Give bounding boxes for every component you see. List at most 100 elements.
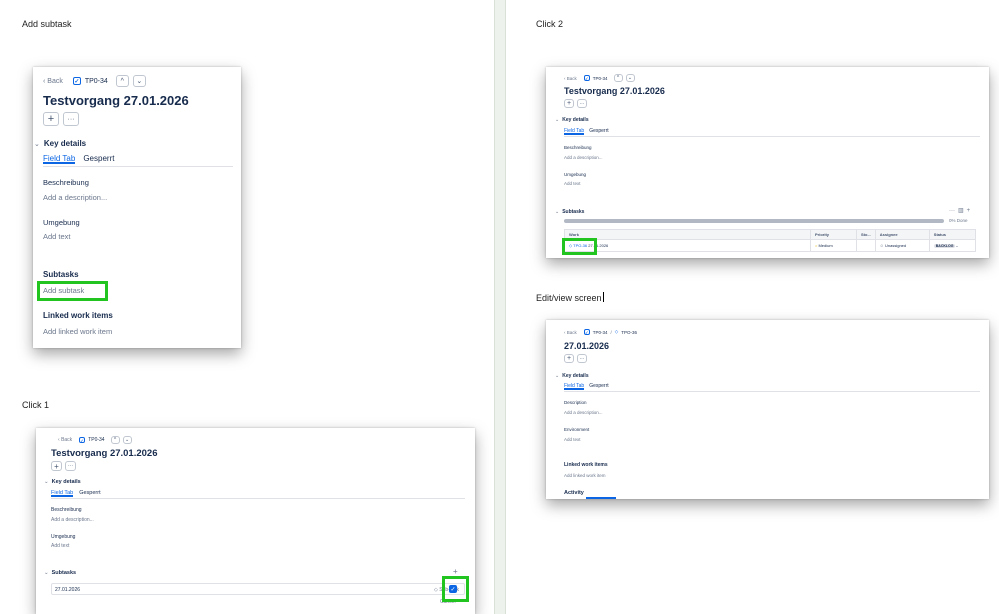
tab-field-tab[interactable]: Field Tab — [564, 128, 585, 135]
issue-key[interactable]: TP0-34 — [88, 437, 104, 443]
screenshot-click-1: ‹ Back ✓ TP0-34 ^ ⌄ Testvorgang 27.01.20… — [36, 428, 475, 614]
label-edit-view: Edit/view screen — [536, 292, 604, 303]
field-label-umgebung: Umgebung — [564, 172, 587, 177]
issue-title: Testvorgang 27.01.2026 — [51, 448, 158, 459]
assignee-cell[interactable]: ☺ Unassigned — [874, 239, 930, 252]
more-button[interactable]: ··· — [949, 208, 955, 214]
screenshot-click-2: ‹ Back ✓ TP0-34 ^ ⌄ Testvorgang 27.01.20… — [546, 67, 989, 258]
more-button[interactable]: ··· — [577, 354, 587, 363]
tab-field-tab[interactable]: Field Tab — [43, 154, 76, 164]
field-label-description: Description — [564, 400, 587, 405]
work-type-icon: ✓ — [79, 437, 86, 443]
text-cursor — [602, 292, 604, 302]
collapse-chevron-icon[interactable]: ⌄ — [555, 117, 559, 123]
progress-text: 0% Done — [949, 218, 968, 223]
tab-field-tab[interactable]: Field Tab — [51, 490, 74, 497]
chevron-down-icon[interactable]: ⌄ — [132, 75, 146, 87]
field-label-umgebung: Umgebung — [43, 218, 80, 227]
highlight-confirm — [442, 576, 469, 602]
chevron-up-icon[interactable]: ^ — [115, 75, 129, 87]
chevron-up-icon[interactable]: ^ — [110, 436, 120, 444]
table-row[interactable]: ◇ TPO-36 27.01.2026 = Medium ☺ Unassigne… — [564, 239, 977, 252]
umgebung-field[interactable]: Add text — [51, 543, 69, 549]
breadcrumb-parent[interactable]: TP0-34 — [593, 330, 608, 335]
field-label-beschreibung: Beschreibung — [51, 507, 82, 513]
tab-gesperrt[interactable]: Gesperrt — [79, 490, 100, 496]
column-header-story-points[interactable]: Sto... — [856, 229, 876, 240]
column-header-work[interactable]: Work — [564, 229, 811, 240]
subtasks-heading: Subtasks — [43, 270, 79, 279]
screenshot-edit-view: ‹ Back ✓ TP0-34 / ◇ TPO-36 27.01.2026 + … — [546, 320, 989, 499]
add-subtask-plus-icon[interactable]: + — [967, 208, 971, 214]
umgebung-field[interactable]: Add text — [564, 181, 581, 186]
back-link[interactable]: ‹ Back — [564, 76, 577, 81]
description-field[interactable]: Add a description... — [564, 410, 603, 415]
table-header-row: Work Priority Sto... Assignee Status — [564, 229, 977, 240]
highlight-subtask-key — [562, 238, 597, 255]
chevron-down-icon[interactable]: ⌄ — [122, 436, 132, 444]
issue-key[interactable]: TP0-34 — [85, 78, 108, 85]
more-button[interactable]: ··· — [65, 461, 76, 471]
subtask-summary-input[interactable]: 27.01.2026 — [55, 587, 80, 593]
field-label-umgebung: Umgebung — [51, 534, 76, 540]
activity-heading: Activity — [564, 490, 584, 496]
description-field[interactable]: Add a description... — [51, 517, 94, 523]
issue-title: Testvorgang 27.01.2026 — [564, 86, 665, 96]
status-cell[interactable]: BACKLOG ⌄ — [928, 239, 977, 252]
priority-medium-icon: = — [815, 243, 818, 248]
breadcrumb-child[interactable]: TPO-36 — [621, 330, 637, 335]
back-link[interactable]: ‹ Back — [564, 330, 577, 335]
panel-divider — [494, 0, 506, 614]
back-link[interactable]: ‹ Back — [58, 437, 72, 443]
column-header-status[interactable]: Status — [928, 229, 977, 240]
label-click-2: Click 2 — [536, 19, 564, 29]
add-subtask-plus-icon[interactable]: + — [453, 567, 458, 576]
screenshot-add-subtask: ‹ Back ✓ TP0-34 ^ ⌄ Testvorgang 27.01.20… — [33, 67, 241, 348]
environment-field[interactable]: Add text — [564, 437, 581, 442]
tab-gesperrt[interactable]: Gesperrt — [589, 383, 608, 389]
priority-cell[interactable]: = Medium — [810, 239, 857, 252]
issue-title: 27.01.2026 — [564, 341, 610, 351]
collapse-chevron-icon[interactable]: ⌄ — [555, 373, 559, 379]
more-button[interactable]: ··· — [577, 99, 587, 108]
collapse-chevron-icon[interactable]: ⌄ — [555, 209, 559, 215]
field-label-beschreibung: Beschreibung — [43, 178, 89, 187]
issue-key[interactable]: TP0-34 — [593, 76, 608, 81]
collapse-chevron-icon[interactable]: ⌄ — [34, 140, 40, 148]
description-field[interactable]: Add a description... — [564, 155, 603, 160]
chevron-up-icon[interactable]: ^ — [613, 74, 623, 82]
tab-gesperrt[interactable]: Gesperrt — [83, 154, 114, 163]
chevron-down-icon[interactable]: ⌄ — [625, 74, 635, 82]
subtask-create-row: 27.01.2026 ◇ Sub-task — [51, 583, 465, 595]
add-button[interactable]: + — [51, 461, 62, 471]
collapse-chevron-icon[interactable]: ⌄ — [44, 479, 49, 485]
key-details-heading: Key details — [562, 373, 589, 379]
add-button[interactable]: + — [43, 112, 59, 126]
add-linked-work-item-button[interactable]: Add linked work item — [564, 473, 606, 478]
story-points-cell[interactable] — [856, 239, 876, 252]
field-label-environment: Environment — [564, 427, 590, 432]
collapse-chevron-icon[interactable]: ⌄ — [44, 570, 49, 576]
add-linked-work-item-button[interactable]: Add linked work item — [43, 327, 112, 336]
parent-work-type-icon: ✓ — [583, 329, 590, 335]
key-details-heading: Key details — [562, 117, 589, 123]
tab-gesperrt[interactable]: Gesperrt — [589, 128, 608, 134]
add-button[interactable]: + — [564, 99, 574, 108]
trash-icon[interactable]: ▥ — [958, 207, 964, 214]
issue-title: Testvorgang 27.01.2026 — [43, 93, 189, 108]
work-type-icon: ✓ — [583, 75, 590, 81]
add-button[interactable]: + — [564, 354, 574, 363]
highlight-add-subtask — [37, 281, 108, 301]
umgebung-field[interactable]: Add text — [43, 232, 71, 241]
tab-field-tab[interactable]: Field Tab — [564, 383, 585, 390]
subtask-icon: ◇ — [614, 329, 619, 334]
column-header-priority[interactable]: Priority — [810, 229, 857, 240]
column-header-assignee[interactable]: Assignee — [874, 229, 930, 240]
status-badge[interactable]: BACKLOG — [933, 244, 956, 248]
key-details-heading: Key details — [43, 139, 87, 148]
subtask-progress-bar — [564, 219, 944, 223]
description-field[interactable]: Add a description... — [43, 193, 107, 202]
more-button[interactable]: ··· — [63, 112, 79, 126]
chevron-down-icon: ⌄ — [955, 244, 959, 248]
back-link[interactable]: ‹ Back — [43, 78, 63, 85]
